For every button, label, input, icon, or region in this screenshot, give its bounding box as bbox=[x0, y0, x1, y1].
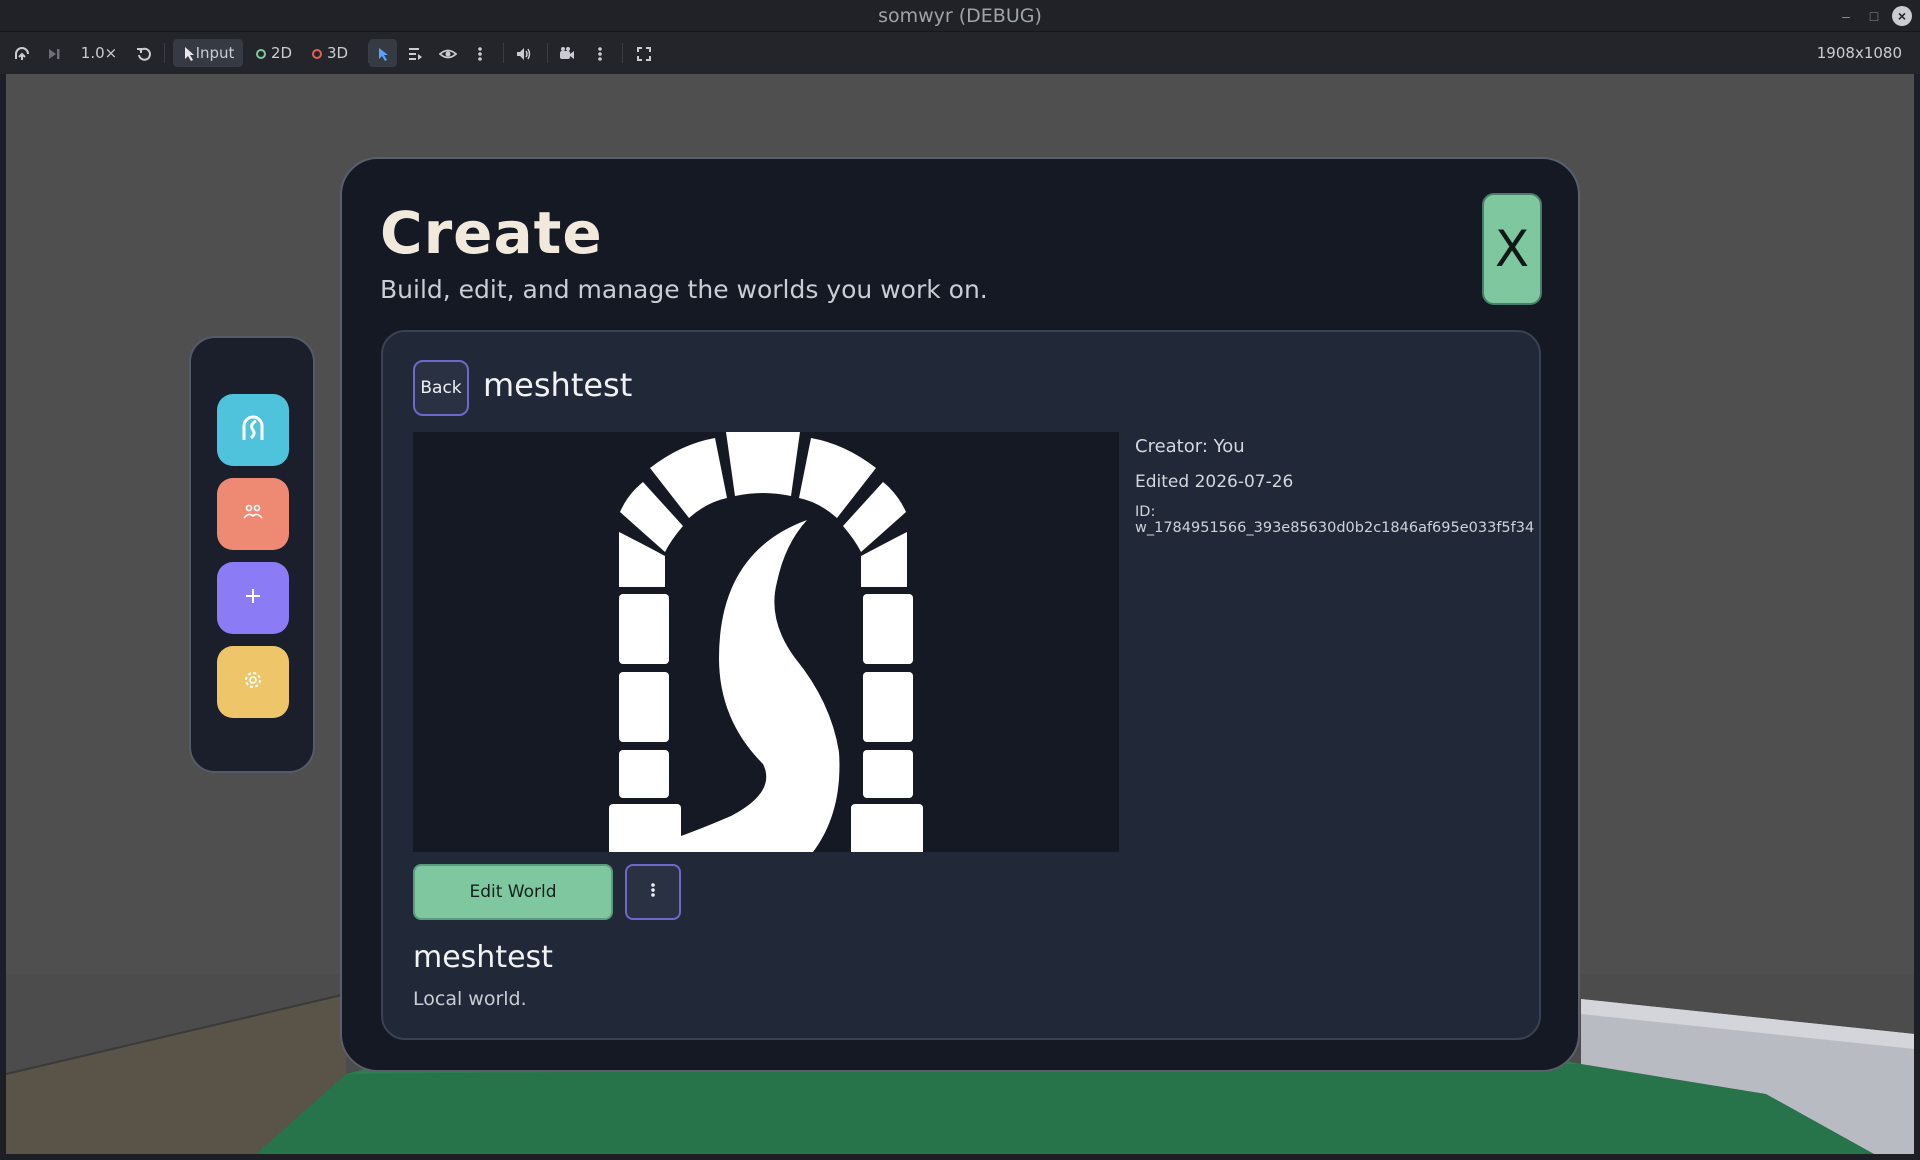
world-title-heading: meshtest bbox=[483, 366, 633, 404]
debug-toolbar: 1.0× Input 2D 3D 1908x1080 bbox=[0, 32, 1920, 74]
edit-world-button[interactable]: Edit World bbox=[413, 864, 613, 920]
mode-2d-button[interactable]: 2D bbox=[252, 39, 296, 67]
window-title: somwyr (DEBUG) bbox=[878, 5, 1042, 27]
viewport-resolution: 1908x1080 bbox=[1816, 44, 1902, 62]
input-pointer-icon bbox=[182, 44, 196, 62]
close-panel-button[interactable]: X bbox=[1482, 193, 1542, 305]
speaker-icon[interactable] bbox=[512, 39, 536, 67]
dock-home-button[interactable] bbox=[217, 394, 289, 466]
world-name: meshtest bbox=[413, 940, 553, 975]
toolbar-divider bbox=[547, 43, 548, 63]
window-titlebar: somwyr (DEBUG) – □ × bbox=[0, 0, 1920, 32]
close-window-icon[interactable]: × bbox=[1892, 6, 1912, 26]
eye-icon[interactable] bbox=[436, 39, 460, 67]
world-thumbnail[interactable] bbox=[413, 432, 1119, 852]
dock-people-button[interactable] bbox=[217, 478, 289, 550]
plus-icon bbox=[243, 586, 263, 611]
input-toggle-button[interactable]: Input bbox=[173, 39, 243, 67]
window-bottom-border bbox=[0, 1154, 1920, 1160]
list-tree-icon[interactable] bbox=[403, 39, 427, 67]
world-id: ID: w_1784951566_393e85630d0b2c1846af695… bbox=[1135, 504, 1535, 536]
mode-3d-button[interactable]: 3D bbox=[308, 39, 352, 67]
gear-icon bbox=[242, 669, 264, 696]
mode-2d-dot-icon bbox=[255, 49, 266, 59]
fullscreen-icon[interactable] bbox=[632, 39, 656, 67]
portal-logo-icon bbox=[413, 432, 1119, 852]
world-options-button[interactable] bbox=[625, 864, 681, 920]
select-arrow-icon[interactable] bbox=[369, 39, 397, 67]
mode-3d-label: 3D bbox=[326, 44, 349, 62]
camera-icon[interactable] bbox=[555, 39, 579, 67]
speed-scale-button[interactable]: 1.0× bbox=[76, 39, 122, 67]
world-creator: Creator: You bbox=[1135, 436, 1245, 457]
toolbar-divider bbox=[164, 43, 165, 63]
toolbar-divider bbox=[622, 43, 623, 63]
side-dock bbox=[189, 336, 315, 773]
menu-dots-icon[interactable] bbox=[588, 39, 612, 67]
input-toggle-label: Input bbox=[195, 44, 235, 62]
back-button[interactable]: Back bbox=[413, 360, 469, 416]
people-icon bbox=[242, 502, 264, 527]
world-edited-date: Edited 2026-07-26 bbox=[1135, 472, 1294, 492]
maximize-icon[interactable]: □ bbox=[1864, 6, 1884, 26]
remote-debug-icon[interactable] bbox=[10, 39, 34, 67]
dock-settings-button[interactable] bbox=[217, 646, 289, 718]
mode-3d-dot-icon bbox=[311, 49, 322, 59]
menu-dots-icon bbox=[650, 882, 656, 903]
page-title: Create bbox=[380, 199, 603, 267]
toolbar-divider bbox=[503, 43, 504, 63]
minimize-icon[interactable]: – bbox=[1836, 6, 1856, 26]
portal-logo-icon bbox=[240, 414, 266, 447]
step-frame-icon[interactable] bbox=[42, 39, 66, 67]
menu-dots-icon[interactable] bbox=[468, 39, 492, 67]
mode-2d-label: 2D bbox=[270, 44, 293, 62]
world-description: Local world. bbox=[413, 988, 527, 1010]
reset-speed-icon[interactable] bbox=[132, 39, 156, 67]
create-panel: Create Build, edit, and manage the world… bbox=[340, 157, 1580, 1072]
world-detail-card: Back meshtest Creator: You Edited 2026-0… bbox=[381, 330, 1541, 1040]
dock-create-button[interactable] bbox=[217, 562, 289, 634]
page-subtitle: Build, edit, and manage the worlds you w… bbox=[380, 275, 988, 304]
